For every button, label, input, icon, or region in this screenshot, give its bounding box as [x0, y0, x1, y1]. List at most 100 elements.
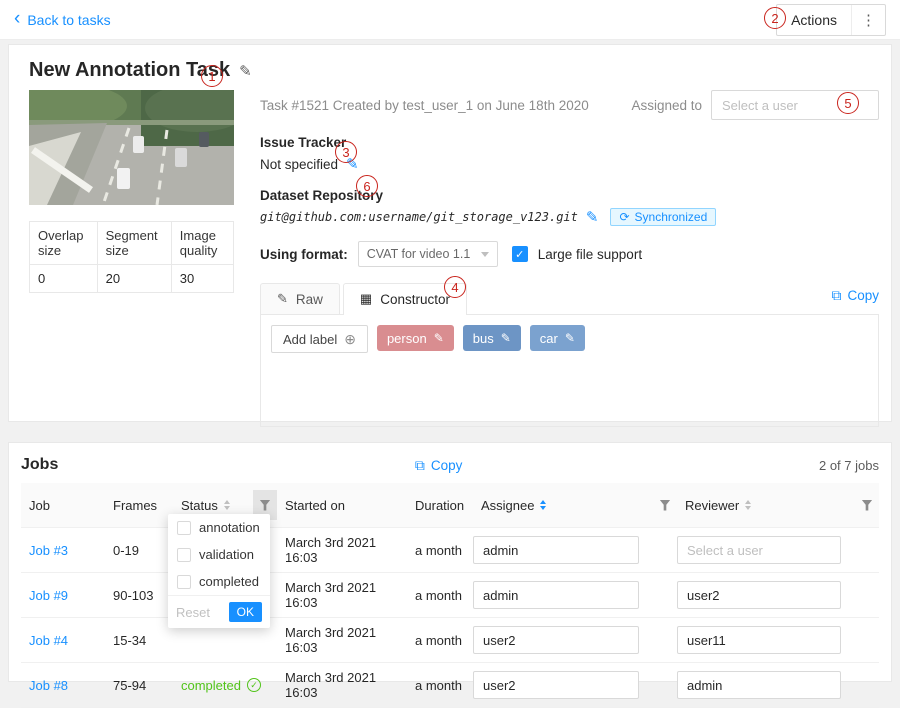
- reviewer-input[interactable]: [677, 626, 841, 654]
- chevron-down-icon: [481, 252, 489, 257]
- copy-jobs-link[interactable]: ⧉ Copy: [415, 457, 463, 474]
- started-cell: March 3rd 2021 16:03: [277, 618, 407, 662]
- edit-title-icon[interactable]: ✎: [239, 62, 252, 80]
- filter-option-annotation[interactable]: annotation: [168, 514, 270, 541]
- edit-label-icon[interactable]: ✎: [434, 331, 444, 345]
- sync-status-text: Synchronized: [635, 210, 708, 224]
- job-link[interactable]: Job #3: [29, 543, 68, 558]
- copy-labels-link[interactable]: ⧉ Copy: [831, 287, 879, 310]
- annotation-circle-1: 1: [201, 65, 223, 87]
- filter-ok-button[interactable]: OK: [229, 602, 262, 622]
- param-header: Overlap size: [30, 222, 98, 265]
- table-row: Job #9 90-103 March 3rd 2021 16:03 a mon…: [21, 573, 879, 618]
- filter-option-completed[interactable]: completed: [168, 568, 270, 595]
- actions-button[interactable]: Actions ⋮: [776, 4, 886, 36]
- jobs-count: 2 of 7 jobs: [819, 458, 879, 473]
- task-meta-row: Task #1521 Created by test_user_1 on Jun…: [260, 90, 879, 120]
- filter-option-validation[interactable]: validation: [168, 541, 270, 568]
- assignee-input[interactable]: [473, 536, 639, 564]
- job-link[interactable]: Job #4: [29, 633, 68, 648]
- table-row: Job #8 75-94 completed ✓ March 3rd 2021 …: [21, 663, 879, 708]
- reviewer-input[interactable]: [677, 536, 841, 564]
- repository-url[interactable]: git@github.com:username/git_storage_v123…: [260, 210, 578, 224]
- params-value-row: 0 20 30: [30, 265, 234, 293]
- label-tag-person[interactable]: person ✎: [377, 325, 454, 351]
- param-value: 20: [97, 265, 171, 293]
- filter-reset-button[interactable]: Reset: [176, 605, 210, 620]
- task-left-column: Overlap size Segment size Image quality …: [29, 90, 234, 427]
- job-link[interactable]: Job #8: [29, 678, 68, 693]
- sync-status-badge: ⟳ Synchronized: [610, 208, 716, 226]
- page: ‹ Back to tasks Actions ⋮ New Annotation…: [0, 0, 900, 669]
- param-header: Image quality: [171, 222, 233, 265]
- task-meta-text: Task #1521 Created by test_user_1 on Jun…: [260, 98, 589, 113]
- job-link[interactable]: Job #9: [29, 588, 68, 603]
- checkbox-icon[interactable]: [177, 548, 191, 562]
- label-tag-name: car: [540, 331, 558, 346]
- col-duration: Duration: [407, 491, 473, 520]
- format-select[interactable]: CVAT for video 1.1: [358, 241, 498, 267]
- assignee-input[interactable]: [473, 626, 639, 654]
- tab-constructor-label: Constructor: [380, 292, 450, 307]
- back-label: Back to tasks: [27, 12, 110, 28]
- col-assignee[interactable]: Assignee: [473, 491, 653, 520]
- task-params-table: Overlap size Segment size Image quality …: [29, 221, 234, 293]
- task-title-row: New Annotation Task ✎: [21, 59, 879, 82]
- frames-cell: 0-19: [105, 536, 173, 565]
- started-cell: March 3rd 2021 16:03: [277, 573, 407, 617]
- assignee-input[interactable]: [473, 581, 639, 609]
- checkbox-icon[interactable]: [177, 521, 191, 535]
- col-assignee-label: Assignee: [481, 498, 534, 513]
- format-row: Using format: CVAT for video 1.1 ✓ Large…: [260, 241, 879, 267]
- col-frames: Frames: [105, 491, 173, 520]
- task-card: New Annotation Task ✎: [8, 44, 892, 422]
- filter-option-label: validation: [199, 547, 254, 562]
- reviewer-input[interactable]: [677, 671, 841, 699]
- back-arrow-icon: ‹: [14, 9, 20, 28]
- param-value: 0: [30, 265, 98, 293]
- col-reviewer[interactable]: Reviewer: [677, 491, 855, 520]
- sync-icon: ⟳: [619, 210, 629, 224]
- status-filter-popup: annotation validation completed Reset OK: [168, 514, 270, 628]
- assignee-filter-icon[interactable]: [653, 490, 677, 520]
- duration-cell: a month: [407, 671, 473, 700]
- using-format-label: Using format:: [260, 247, 348, 262]
- col-started: Started on: [277, 491, 407, 520]
- param-value: 30: [171, 265, 233, 293]
- annotation-circle-2: 2: [764, 7, 786, 29]
- col-status-label: Status: [181, 498, 218, 513]
- assigned-to-label: Assigned to: [631, 98, 702, 113]
- tab-raw[interactable]: ✎ Raw: [260, 283, 340, 314]
- reviewer-sorter-icon[interactable]: [745, 500, 751, 510]
- params-header-row: Overlap size Segment size Image quality: [30, 222, 234, 265]
- status-sorter-icon[interactable]: [224, 500, 230, 510]
- reviewer-filter-cell: [855, 490, 879, 520]
- reviewer-input[interactable]: [677, 581, 841, 609]
- copy-jobs-label: Copy: [431, 458, 463, 473]
- annotation-circle-4: 4: [444, 276, 466, 298]
- label-tag-car[interactable]: car ✎: [530, 325, 585, 351]
- checkbox-icon[interactable]: [177, 575, 191, 589]
- add-label-text: Add label: [283, 332, 337, 347]
- frames-cell: 75-94: [105, 671, 173, 700]
- tab-raw-label: Raw: [296, 292, 323, 307]
- task-preview-image: [29, 90, 234, 205]
- task-body: Overlap size Segment size Image quality …: [21, 90, 879, 427]
- edit-label-icon[interactable]: ✎: [501, 331, 511, 345]
- assignee-input[interactable]: [473, 671, 639, 699]
- large-file-support-label: Large file support: [538, 247, 642, 262]
- back-to-tasks-link[interactable]: ‹ Back to tasks: [14, 11, 111, 28]
- annotation-circle-6: 6: [356, 175, 378, 197]
- more-icon[interactable]: ⋮: [851, 5, 885, 35]
- add-label-button[interactable]: Add label ⊕: [271, 325, 368, 353]
- edit-repository-icon[interactable]: ✎: [586, 208, 599, 226]
- label-tag-bus[interactable]: bus ✎: [463, 325, 521, 351]
- large-file-support-checkbox[interactable]: ✓: [512, 246, 528, 262]
- edit-label-icon[interactable]: ✎: [565, 331, 575, 345]
- copy-icon: ⧉: [415, 457, 425, 474]
- reviewer-filter-icon[interactable]: [855, 490, 879, 520]
- filter-option-label: annotation: [199, 520, 260, 535]
- jobs-table-header: Job Frames Status Started on Duration As…: [21, 483, 879, 528]
- assignee-sorter-icon[interactable]: [540, 500, 546, 510]
- table-row: Job #4 15-34 March 3rd 2021 16:03 a mont…: [21, 618, 879, 663]
